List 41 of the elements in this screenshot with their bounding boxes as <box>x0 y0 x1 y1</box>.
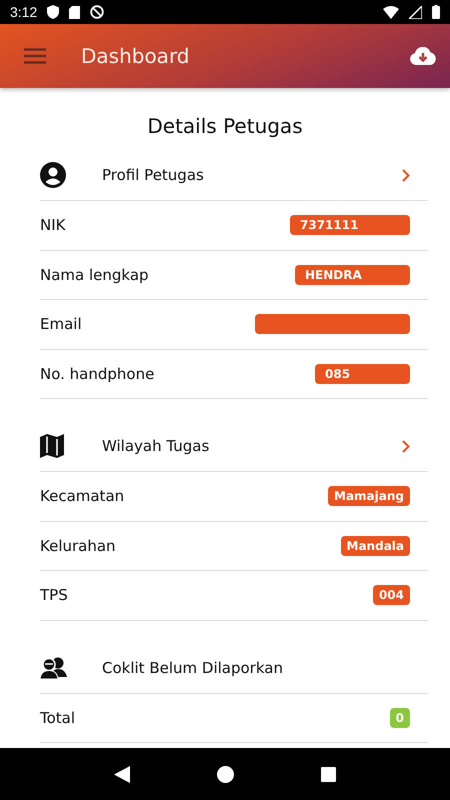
field-label: TPS <box>40 586 68 604</box>
chevron-right-icon <box>402 168 410 182</box>
value-badge: 0 <box>390 708 410 728</box>
battery-icon <box>432 5 440 19</box>
redacted-value: HENDRA <box>295 264 410 285</box>
signal-icon <box>409 6 422 18</box>
shield-icon <box>47 5 60 19</box>
people-icon <box>40 656 67 678</box>
section-title: Profil Petugas <box>102 166 205 184</box>
field-label: NIK <box>40 216 66 234</box>
field-label: Kecamatan <box>40 487 124 506</box>
redacted-value: 085 <box>315 364 410 384</box>
section-title: Coklit Belum Dilaporkan <box>102 658 284 676</box>
back-icon[interactable] <box>114 766 130 782</box>
sd-card-icon <box>69 6 80 18</box>
section-header[interactable]: Profil Petugas <box>40 150 428 201</box>
cloud-download-icon <box>410 47 436 65</box>
redacted-value: 7371111 <box>290 215 410 236</box>
field-label: Total <box>40 708 76 727</box>
map-icon <box>40 434 64 458</box>
menu-button[interactable] <box>22 46 48 66</box>
field-label: Nama lengkap <box>40 266 149 284</box>
value-badge: Mamajang <box>328 486 410 506</box>
download-button[interactable] <box>408 45 438 67</box>
page-title: Details Petugas <box>146 114 304 138</box>
field-label: No. handphone <box>40 364 154 383</box>
section-title: Wilayah Tugas <box>102 437 210 455</box>
home-icon[interactable] <box>216 766 234 782</box>
account-icon <box>40 162 66 188</box>
menu-icon <box>24 48 46 64</box>
field-label: Email <box>40 315 82 334</box>
status-time: 3:12 <box>10 4 38 20</box>
field-label: Kelurahan <box>40 536 116 555</box>
chevron-right-icon <box>402 440 410 452</box>
wifi-icon <box>383 6 399 18</box>
value-badge: Mandala <box>340 536 410 556</box>
recents-icon[interactable] <box>321 766 336 782</box>
app-title: Dashboard <box>81 44 190 68</box>
blocked-icon <box>90 5 104 19</box>
value-badge: 004 <box>372 585 410 606</box>
section-header[interactable]: Wilayah Tugas <box>40 421 428 472</box>
